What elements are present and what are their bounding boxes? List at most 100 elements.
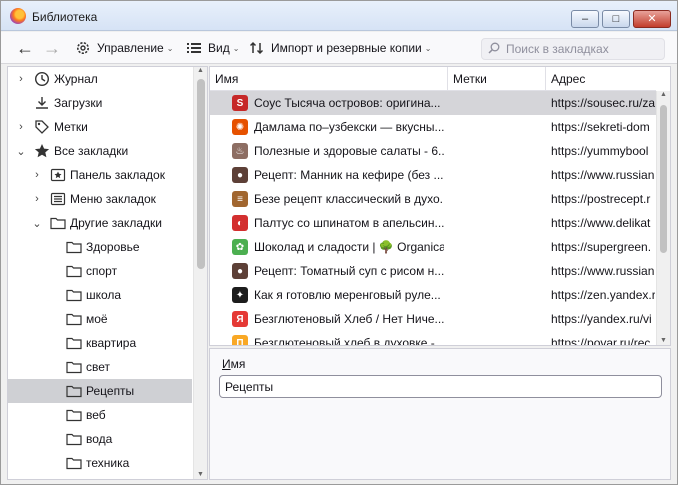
bookmark-row[interactable]: ● Рецепт: Манник на кефире (без ... https:… [210,163,656,187]
sidebar-item[interactable]: ⌄ Другие закладки [8,211,192,235]
scroll-up-arrow-icon[interactable]: ▲ [660,91,667,98]
bookmark-address: https://sousec.ru/za [551,96,655,110]
toolbar: ← → Управление ⌄ Вид ⌄ Импорт и резервны… [1,32,677,64]
sidebar-item[interactable]: › Журнал [8,67,192,91]
bookmark-row[interactable]: П Безглютеновый хлеб в духовке - ... https… [210,331,656,345]
bookmark-search-box[interactable] [481,38,665,60]
scroll-down-arrow-icon[interactable]: ▼ [660,337,667,344]
sidebar-scroll-thumb[interactable] [197,79,205,269]
bookmark-name: Безе рецепт классический в духо... [254,192,444,206]
close-button[interactable]: ✕ [633,10,671,28]
chevron-right-icon[interactable]: › [32,169,42,181]
sidebar-item-label: вода [86,432,113,446]
sidebar-item-label: Все закладки [54,144,129,158]
sidebar-item[interactable]: школа [8,283,192,307]
window-title: Библиотека [32,10,98,24]
bookmark-row[interactable]: ◐ Палтус со шпинатом в апельсин... https:/… [210,211,656,235]
list-icon [186,40,202,56]
supergreen-favicon: ✿ [232,239,248,255]
sidebar-item-label: свет [86,360,111,374]
bookmarks-toolbar-icon [50,167,66,183]
chevron-right-icon[interactable]: › [16,73,26,85]
russianfood-favicon: ● [232,263,248,279]
sidebar-item[interactable]: Загрузки [8,91,192,115]
folder-icon [66,359,82,375]
chevron-down-icon[interactable]: ⌄ [32,217,42,230]
sidebar-item[interactable]: квартира [8,331,192,355]
bookmark-row[interactable]: ● Рецепт: Томатный суп с рисом н... https:… [210,259,656,283]
scroll-up-arrow-icon[interactable]: ▲ [197,67,204,74]
bookmark-name: Полезные и здоровые салаты - 6... [254,144,444,158]
russianfood-favicon: ● [232,167,248,183]
sidebar-scrollbar[interactable]: ▲ ▼ [193,67,207,479]
folder-icon [66,263,82,279]
sidebar-item[interactable]: вода [8,427,192,451]
bookmark-name: Соус Тысяча островов: оригина... [254,96,441,110]
sidebar-item[interactable]: › Панель закладок [8,163,192,187]
chevron-down-icon[interactable]: ⌄ [16,145,26,158]
sidebar-item-label: Загрузки [54,96,103,110]
bookmark-name: Палтус со шпинатом в апельсин... [254,216,444,230]
import-label: Импорт и резервные копии [271,41,422,55]
chevron-right-icon[interactable]: › [16,121,26,133]
folder-icon [66,239,82,255]
folder-icon [66,431,82,447]
sidebar-item-label: Журнал [54,72,98,86]
back-button[interactable]: ← [15,32,35,64]
manage-menu-button[interactable]: Управление ⌄ [75,32,173,64]
library-window: Библиотека – □ ✕ ← → Управление ⌄ Вид ⌄ … [0,0,678,485]
sidebar-item[interactable]: › Меню закладок [8,187,192,211]
folder-icon [66,287,82,303]
sidebar-tree: › Журнал Загрузки › Метки ⌄ Все закладки › Панел… [7,66,208,480]
minimize-button[interactable]: – [571,10,599,28]
sidebar-item[interactable]: моё [8,307,192,331]
list-scrollbar[interactable]: ▲ ▼ [656,91,670,345]
sidebar-item[interactable]: веб [8,403,192,427]
import-backup-menu-button[interactable]: Импорт и резервные копии ⌄ [249,32,431,64]
sidebar-item-label: моё [86,312,108,326]
search-input[interactable] [506,42,656,56]
folder-icon [66,407,82,423]
sidebar-item[interactable]: спорт [8,259,192,283]
maximize-icon: □ [612,13,620,25]
list-scroll-thumb[interactable] [660,105,667,253]
bookmark-row[interactable]: S Соус Тысяча островов: оригина... https:/… [210,91,656,115]
sidebar-item[interactable]: › Метки [8,115,192,139]
arrow-left-icon: ← [16,37,34,58]
bookmark-row[interactable]: ✺ Дамлама по–узбекски — вкусны... https://… [210,115,656,139]
maximize-button[interactable]: □ [602,10,630,28]
sidebar-item-label: школа [86,288,122,302]
chevron-down-icon: ⌄ [424,43,432,53]
bookmark-row[interactable]: Я Безглютеновый Хлеб / Нет Ниче... https:/… [210,307,656,331]
sidebar-item-label: Панель закладок [70,168,165,182]
chevron-right-icon[interactable]: › [32,193,42,205]
column-header-name[interactable]: Имя [210,67,448,91]
bookmark-row[interactable]: ✦ Как я готовлю меренговый руле... https:/… [210,283,656,307]
bookmark-row[interactable]: ✿ Шоколад и сладости | 🌳 Organica https://… [210,235,656,259]
sidebar-item[interactable]: техника [8,451,192,475]
bookmark-row[interactable]: ≡ Безе рецепт классический в духо... https… [210,187,656,211]
download-icon [34,95,50,111]
yandex-favicon: Я [232,311,248,327]
chevron-down-icon: ⌄ [232,43,240,53]
star-icon [34,143,50,159]
delikatesy-favicon: ◐ [232,215,248,231]
bookmark-row[interactable]: ♨ Полезные и здоровые салаты - 6... https:… [210,139,656,163]
sidebar-item[interactable]: Здоровье [8,235,192,259]
sidebar-item-label: Другие закладки [70,216,162,230]
sidebar-item[interactable]: ⌄ Все закладки [8,139,192,163]
sidebar-item[interactable]: Рецепты [8,379,192,403]
folder-icon [66,383,82,399]
view-menu-button[interactable]: Вид ⌄ [186,32,239,64]
sidebar-item[interactable]: свет [8,355,192,379]
postrecept-favicon: ≡ [232,191,248,207]
sidebar-item-label: веб [86,408,106,422]
column-header-address[interactable]: Адрес [546,67,656,91]
name-field[interactable] [219,375,662,398]
bookmark-address: https://sekreti-dom [551,120,650,134]
folder-icon [66,335,82,351]
scroll-down-arrow-icon[interactable]: ▼ [197,471,204,478]
forward-button[interactable]: → [42,32,62,64]
bookmark-address: https://www.russian [551,168,655,182]
column-header-tags[interactable]: Метки [448,67,546,91]
